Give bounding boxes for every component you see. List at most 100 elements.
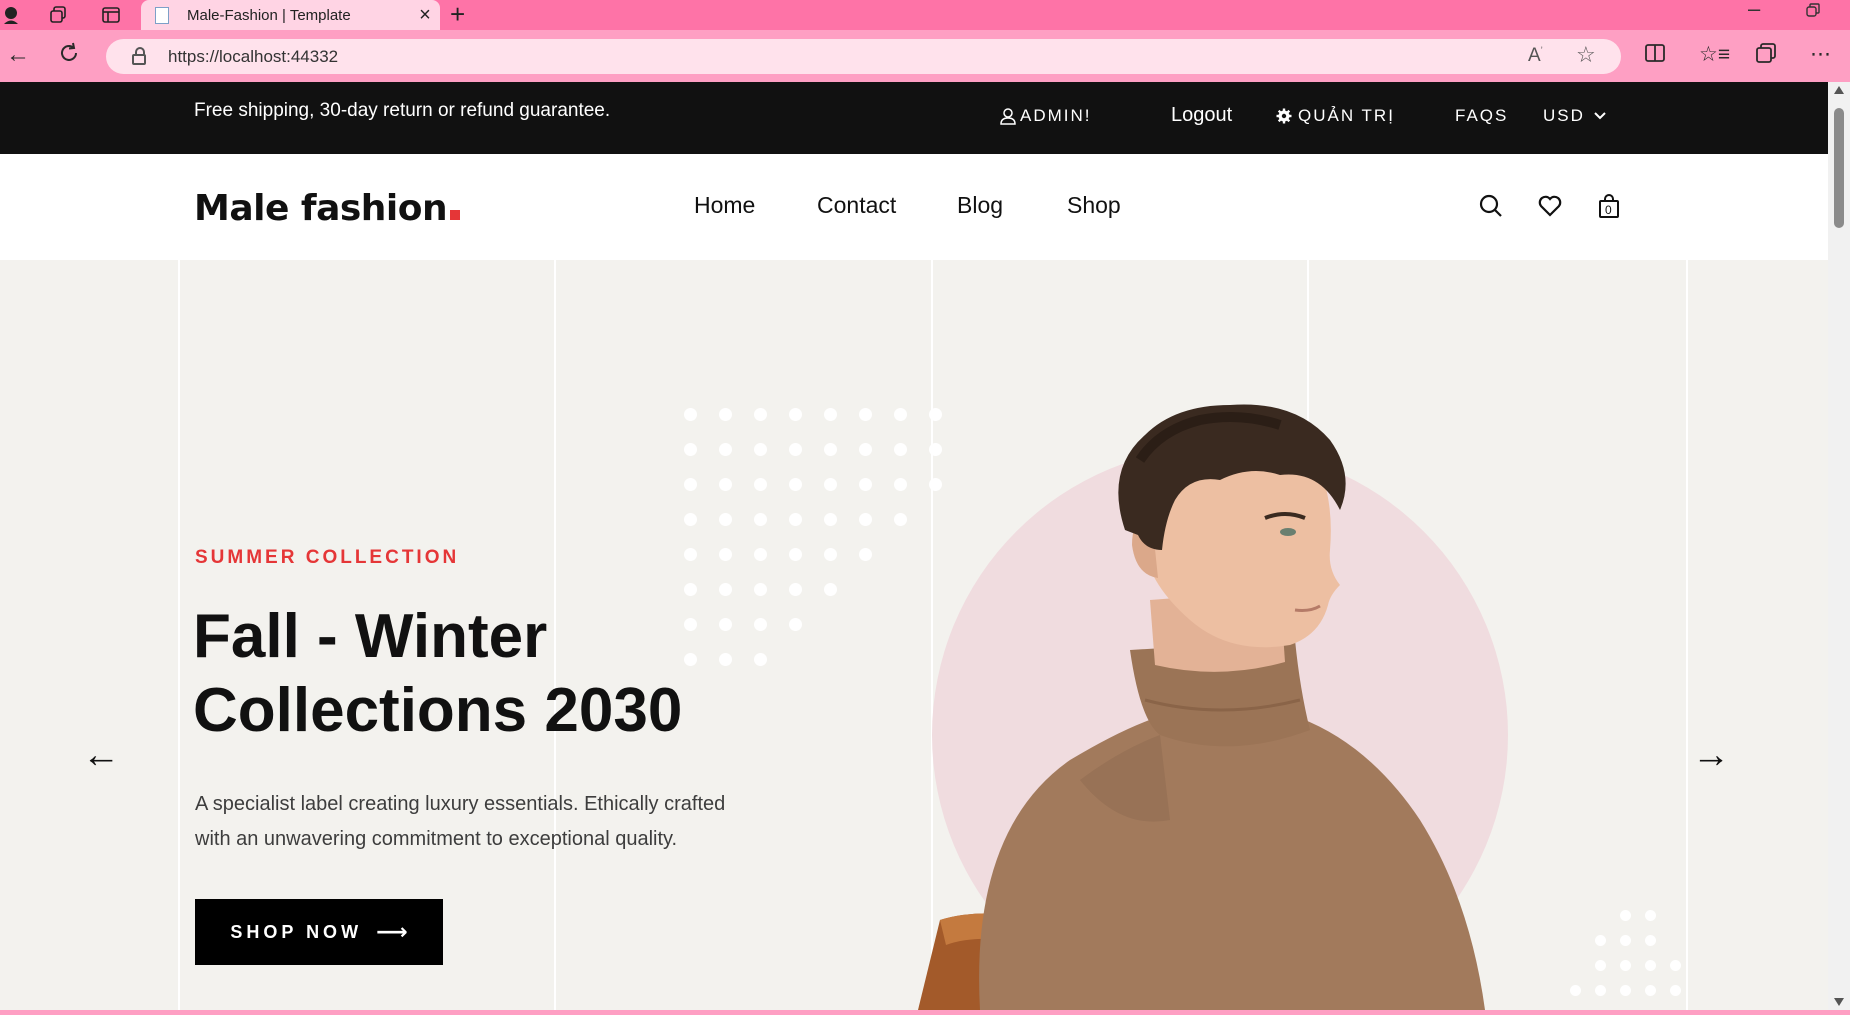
- nav-contact[interactable]: Contact: [817, 192, 896, 219]
- scroll-down-icon[interactable]: [1834, 998, 1844, 1006]
- decorative-dot: [1670, 985, 1681, 996]
- logo-text[interactable]: Male fashion: [194, 188, 448, 229]
- hero-subtitle: SUMMER COLLECTION: [195, 547, 460, 568]
- slider-prev-arrow[interactable]: ←: [82, 736, 120, 774]
- search-icon[interactable]: [1478, 193, 1504, 219]
- decorative-dot: [754, 618, 767, 631]
- decorative-dot: [1670, 960, 1681, 971]
- hero-title-line-1: Fall - Winter: [193, 602, 548, 671]
- promo-text: Free shipping, 30-day return or refund g…: [194, 100, 611, 121]
- collections-icon[interactable]: [1755, 42, 1777, 71]
- shopping-bag-icon[interactable]: 0: [1596, 193, 1622, 219]
- new-tab-button[interactable]: +: [450, 1, 465, 27]
- hero-description: A specialist label creating luxury essen…: [195, 793, 726, 850]
- profile-icon[interactable]: [0, 4, 22, 26]
- decorative-dot: [789, 443, 802, 456]
- decorative-dot: [1620, 910, 1631, 921]
- decorative-dot: [824, 478, 837, 491]
- hero-model-image: [918, 404, 1485, 1010]
- more-menu-icon[interactable]: ⋯: [1810, 42, 1831, 68]
- url-field[interactable]: https://localhost:44332 Aʼ ☆: [106, 39, 1621, 74]
- currency-value[interactable]: USD: [1543, 106, 1585, 126]
- decorative-dot: [684, 408, 697, 421]
- site-logo[interactable]: Male fashion: [194, 188, 461, 229]
- header-top-bar: Free shipping, 30-day return or refund g…: [0, 82, 1828, 154]
- browser-address-bar: ← https://localhost:44332 Aʼ ☆ ☆≡ ⋯: [0, 30, 1850, 82]
- decorative-dot: [719, 548, 732, 561]
- site-header: Male fashion Home Contact Blog Shop 0: [0, 154, 1828, 260]
- logout-link[interactable]: Logout: [1171, 104, 1232, 127]
- split-screen-icon[interactable]: [1644, 42, 1666, 71]
- url-text[interactable]: https://localhost:44332: [168, 47, 338, 67]
- tab-close-button[interactable]: ×: [410, 4, 440, 27]
- heart-icon[interactable]: [1537, 193, 1563, 219]
- decorative-dot: [789, 408, 802, 421]
- nav-blog[interactable]: Blog: [957, 192, 1003, 219]
- decorative-dot: [684, 583, 697, 596]
- user-name[interactable]: ADMIN!: [1020, 106, 1092, 126]
- reload-icon[interactable]: [58, 42, 80, 70]
- decorative-dot: [684, 548, 697, 561]
- decorative-dot: [789, 478, 802, 491]
- decorative-dot: [859, 513, 872, 526]
- decorative-dot: [789, 513, 802, 526]
- back-arrow-icon[interactable]: ←: [6, 42, 30, 68]
- hero-slider: SUMMER COLLECTION Fall - Winter Collecti…: [0, 260, 1828, 1010]
- decorative-dot: [1570, 985, 1581, 996]
- tab-actions-icon[interactable]: [100, 4, 122, 26]
- read-aloud-icon[interactable]: Aʼ: [1528, 45, 1543, 67]
- decorative-dot: [824, 583, 837, 596]
- tab-title: Male-Fashion | Template: [187, 6, 351, 24]
- decorative-dot: [684, 513, 697, 526]
- window-bottom-edge: [0, 1010, 1850, 1015]
- cart-count: 0: [1605, 203, 1612, 217]
- faqs-link[interactable]: FAQS: [1455, 106, 1508, 126]
- decorative-dot: [859, 443, 872, 456]
- page-scrollbar[interactable]: [1828, 82, 1850, 1010]
- nav-home[interactable]: Home: [694, 192, 755, 219]
- decorative-dot: [824, 443, 837, 456]
- user-icon: [1000, 107, 1016, 125]
- workspaces-icon[interactable]: [47, 4, 69, 26]
- admin-link[interactable]: QUẢN TRỊ: [1276, 106, 1395, 126]
- scroll-thumb[interactable]: [1834, 108, 1844, 228]
- nav-shop[interactable]: Shop: [1067, 192, 1121, 219]
- shop-now-label[interactable]: SHOP NOW: [230, 922, 362, 943]
- decorative-dot: [1620, 960, 1631, 971]
- admin-label[interactable]: QUẢN TRỊ: [1298, 106, 1395, 126]
- decorative-dot: [1645, 960, 1656, 971]
- currency-selector[interactable]: USD: [1543, 106, 1607, 126]
- hero-title: Fall - Winter Collections 2030: [193, 600, 753, 748]
- decorative-dot: [1620, 935, 1631, 946]
- slider-next-arrow[interactable]: →: [1692, 736, 1730, 774]
- decorative-dot: [1595, 960, 1606, 971]
- chevron-down-icon: [1594, 112, 1606, 120]
- decorative-dot: [859, 408, 872, 421]
- shop-now-button[interactable]: SHOP NOW ⟶: [195, 899, 443, 965]
- decorative-dot: [719, 513, 732, 526]
- decorative-dot: [1645, 985, 1656, 996]
- decorative-dot: [789, 548, 802, 561]
- logo-accent-dot: [450, 210, 461, 220]
- gear-icon: [1276, 108, 1292, 124]
- hero-title-line-2: Collections 2030: [193, 676, 683, 745]
- page-favicon-icon: [155, 6, 169, 24]
- decorative-dot: [1595, 985, 1606, 996]
- decorative-dot: [1595, 935, 1606, 946]
- restore-window-button[interactable]: [1806, 2, 1820, 22]
- user-account-link[interactable]: ADMIN!: [1000, 106, 1092, 126]
- grid-line: [1686, 260, 1688, 1010]
- decorative-dot: [754, 653, 767, 666]
- decorative-dot: [789, 583, 802, 596]
- favorites-icon[interactable]: ☆≡: [1699, 42, 1730, 68]
- lock-icon[interactable]: [132, 46, 146, 65]
- scroll-up-icon[interactable]: [1834, 86, 1844, 94]
- minimize-window-button[interactable]: –: [1748, 0, 1760, 22]
- decorative-dot: [719, 478, 732, 491]
- decorative-dot: [859, 548, 872, 561]
- decorative-dot: [824, 548, 837, 561]
- decorative-dot: [754, 443, 767, 456]
- browser-tab-active[interactable]: Male-Fashion | Template ×: [141, 0, 440, 30]
- favorite-star-icon[interactable]: ☆: [1576, 42, 1596, 68]
- decorative-dot: [719, 583, 732, 596]
